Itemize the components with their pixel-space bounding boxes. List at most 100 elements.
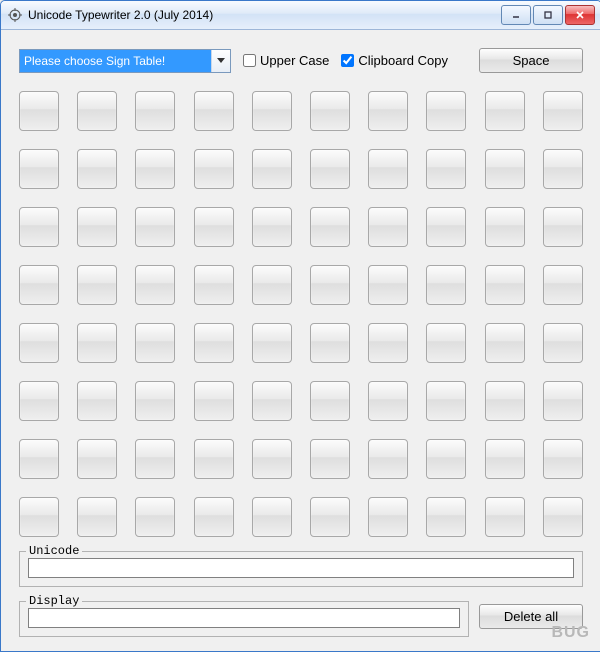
char-key[interactable] [426, 265, 466, 305]
window-title: Unicode Typewriter 2.0 (July 2014) [28, 8, 501, 22]
char-key[interactable] [19, 381, 59, 421]
char-key[interactable] [368, 439, 408, 479]
clipboard-copy-input[interactable] [341, 54, 354, 67]
unicode-input[interactable] [28, 558, 574, 578]
char-key[interactable] [368, 265, 408, 305]
display-input[interactable] [28, 608, 460, 628]
char-key[interactable] [252, 439, 292, 479]
char-key[interactable] [135, 149, 175, 189]
char-key[interactable] [252, 265, 292, 305]
char-key[interactable] [543, 439, 583, 479]
char-key[interactable] [310, 91, 350, 131]
bottom-row: Display Delete all [19, 587, 583, 637]
char-key[interactable] [310, 207, 350, 247]
upper-case-checkbox[interactable]: Upper Case [243, 53, 329, 68]
char-key[interactable] [135, 497, 175, 537]
char-key[interactable] [19, 207, 59, 247]
char-key[interactable] [485, 265, 525, 305]
char-key[interactable] [543, 265, 583, 305]
char-key[interactable] [310, 149, 350, 189]
char-key[interactable] [252, 207, 292, 247]
char-key[interactable] [135, 381, 175, 421]
char-key[interactable] [543, 381, 583, 421]
char-key[interactable] [19, 323, 59, 363]
char-key[interactable] [252, 323, 292, 363]
char-key[interactable] [485, 439, 525, 479]
char-key[interactable] [543, 497, 583, 537]
char-key[interactable] [77, 265, 117, 305]
char-key[interactable] [426, 207, 466, 247]
char-key[interactable] [194, 91, 234, 131]
char-key[interactable] [77, 207, 117, 247]
char-key[interactable] [543, 91, 583, 131]
char-key[interactable] [485, 323, 525, 363]
space-button[interactable]: Space [479, 48, 583, 73]
char-key[interactable] [368, 323, 408, 363]
char-key[interactable] [252, 381, 292, 421]
char-key[interactable] [19, 91, 59, 131]
char-key[interactable] [310, 323, 350, 363]
char-key[interactable] [485, 497, 525, 537]
char-key[interactable] [135, 91, 175, 131]
app-icon [7, 7, 23, 23]
char-key[interactable] [368, 91, 408, 131]
char-key[interactable] [485, 207, 525, 247]
char-key[interactable] [135, 265, 175, 305]
char-key[interactable] [426, 323, 466, 363]
char-key[interactable] [135, 207, 175, 247]
minimize-button[interactable] [501, 5, 531, 25]
char-key[interactable] [310, 439, 350, 479]
display-label: Display [26, 594, 82, 608]
upper-case-input[interactable] [243, 54, 256, 67]
char-key[interactable] [368, 149, 408, 189]
char-key[interactable] [194, 149, 234, 189]
char-key[interactable] [194, 439, 234, 479]
char-key[interactable] [77, 149, 117, 189]
close-button[interactable] [565, 5, 595, 25]
char-key[interactable] [194, 381, 234, 421]
char-key[interactable] [426, 497, 466, 537]
char-key[interactable] [485, 149, 525, 189]
maximize-button[interactable] [533, 5, 563, 25]
char-key[interactable] [135, 439, 175, 479]
char-key[interactable] [252, 91, 292, 131]
char-key[interactable] [310, 497, 350, 537]
char-key[interactable] [19, 497, 59, 537]
char-key[interactable] [19, 149, 59, 189]
clipboard-copy-checkbox[interactable]: Clipboard Copy [341, 53, 448, 68]
char-key[interactable] [310, 381, 350, 421]
client-area: Please choose Sign Table! Upper Case Cli… [1, 30, 600, 651]
char-key[interactable] [426, 91, 466, 131]
char-key[interactable] [368, 207, 408, 247]
char-key[interactable] [426, 149, 466, 189]
char-key[interactable] [252, 497, 292, 537]
char-key[interactable] [426, 381, 466, 421]
char-key[interactable] [194, 207, 234, 247]
delete-all-button[interactable]: Delete all [479, 604, 583, 629]
char-key[interactable] [368, 497, 408, 537]
char-key[interactable] [485, 91, 525, 131]
char-key[interactable] [543, 323, 583, 363]
char-key[interactable] [135, 323, 175, 363]
char-key[interactable] [194, 265, 234, 305]
clipboard-copy-label: Clipboard Copy [358, 53, 448, 68]
unicode-label: Unicode [26, 544, 82, 558]
char-key[interactable] [77, 381, 117, 421]
char-key[interactable] [194, 497, 234, 537]
char-key[interactable] [77, 91, 117, 131]
char-key[interactable] [543, 207, 583, 247]
char-key[interactable] [194, 323, 234, 363]
char-key[interactable] [77, 323, 117, 363]
char-key[interactable] [543, 149, 583, 189]
char-key[interactable] [77, 497, 117, 537]
char-key[interactable] [485, 381, 525, 421]
char-key[interactable] [426, 439, 466, 479]
char-key[interactable] [19, 265, 59, 305]
char-key[interactable] [368, 381, 408, 421]
char-key[interactable] [19, 439, 59, 479]
sign-table-dropdown[interactable]: Please choose Sign Table! [19, 49, 231, 73]
char-key[interactable] [310, 265, 350, 305]
char-key[interactable] [77, 439, 117, 479]
char-key[interactable] [252, 149, 292, 189]
top-controls: Please choose Sign Table! Upper Case Cli… [19, 48, 583, 73]
